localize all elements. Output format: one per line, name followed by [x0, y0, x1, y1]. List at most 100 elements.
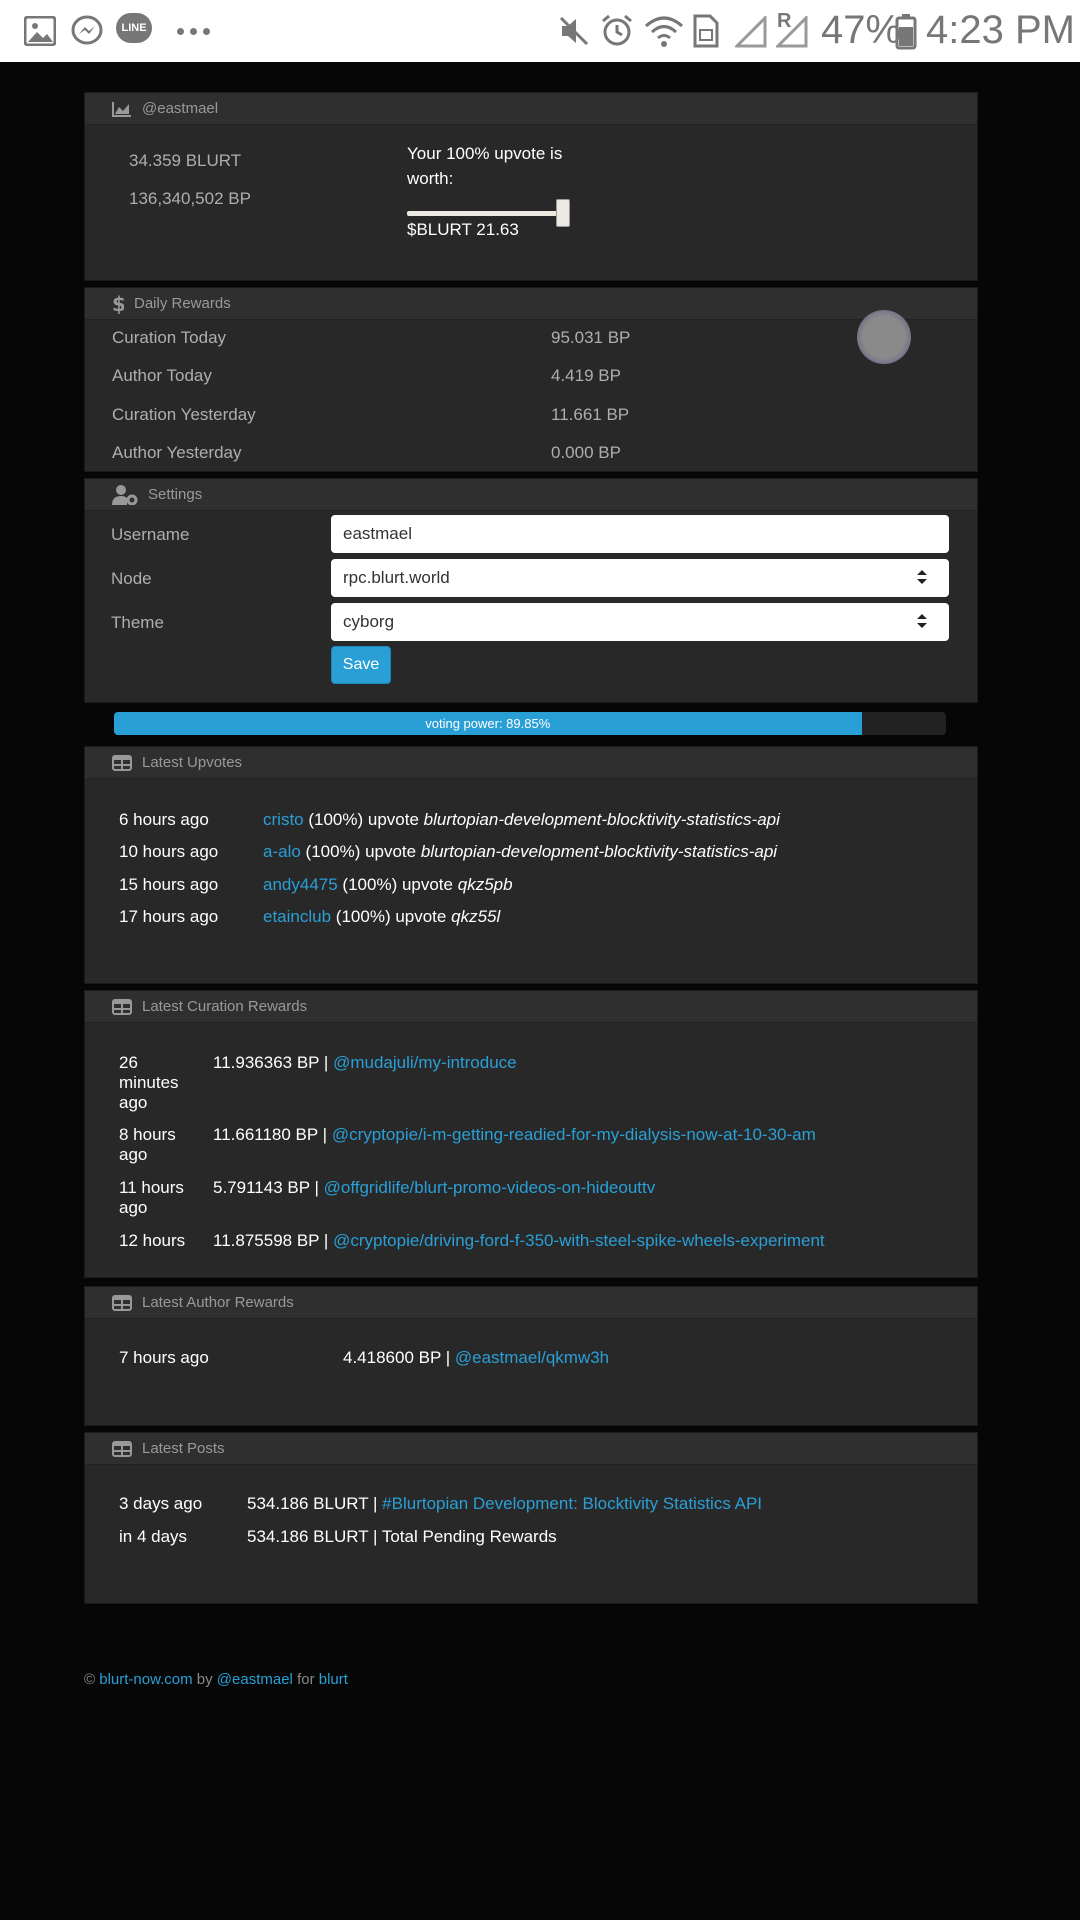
curation-yesterday-label: Curation Yesterday: [112, 405, 256, 424]
curation-amount: 5.791143 BP |: [213, 1178, 319, 1197]
upvote-percent: (100%) upvote: [335, 907, 447, 926]
latest-upvotes-title: Latest Upvotes: [142, 754, 243, 771]
author-today-value: 4.419 BP: [551, 366, 621, 385]
curation-time: 8 hours ago: [119, 1125, 176, 1164]
curation-amount: 11.875598 BP |: [213, 1231, 329, 1250]
chain-link[interactable]: blurt: [319, 1671, 348, 1688]
upvote-percent: (100%) upvote: [308, 810, 419, 829]
node-select[interactable]: rpc.blurt.world: [331, 559, 949, 597]
latest-posts-header: Latest Posts: [85, 1433, 977, 1465]
voter-link[interactable]: andy4475: [263, 875, 338, 894]
curation-today-label: Curation Today: [112, 328, 227, 347]
settings-title: Settings: [148, 486, 203, 503]
post-time: in 4 days: [119, 1527, 188, 1546]
voter-link[interactable]: a-alo: [263, 842, 301, 861]
theme-label: Theme: [111, 613, 164, 632]
table-icon: [112, 1294, 132, 1311]
curation-post-link[interactable]: @mudajuli/my-introduce: [333, 1053, 517, 1072]
voter-link[interactable]: etainclub: [263, 907, 331, 926]
wifi-icon: [645, 16, 683, 47]
voter-link[interactable]: cristo: [263, 810, 304, 829]
latest-posts-panel: Latest Posts 3 days ago 534.186 BLURT | …: [84, 1432, 978, 1604]
upvote-post: qkz5pb: [457, 875, 513, 894]
username-value: eastmael: [343, 524, 412, 543]
line-icon: LINE: [116, 13, 152, 43]
curation-time: 12 hours: [119, 1231, 186, 1250]
blurt-balance: 34.359 BLURT: [129, 151, 242, 170]
latest-curation-header: Latest Curation Rewards: [85, 991, 977, 1023]
gallery-icon: [24, 16, 56, 46]
upvote-row: 15 hours ago: [119, 875, 218, 895]
more-dots-icon: [177, 28, 213, 36]
curation-amount: 11.661180 BP |: [213, 1125, 328, 1144]
latest-curation-panel: Latest Curation Rewards 26 minutes ago 1…: [84, 990, 978, 1278]
upvote-row: 10 hours ago: [119, 842, 218, 862]
upvote-worth-label: Your 100% upvote is worth:: [407, 144, 563, 188]
theme-select[interactable]: cyborg: [331, 603, 949, 641]
username-input[interactable]: eastmael: [331, 515, 949, 553]
slider-handle[interactable]: [556, 199, 570, 227]
author-reward-row: 4.418600 BP | @eastmael/qkmw3h: [343, 1348, 609, 1368]
upvote-row: 6 hours ago: [119, 810, 209, 830]
latest-posts-title: Latest Posts: [142, 1440, 225, 1457]
mute-icon: [559, 16, 589, 46]
latest-author-title: Latest Author Rewards: [142, 1294, 294, 1311]
daily-rewards-header: $ Daily Rewards: [85, 288, 977, 320]
author-link[interactable]: @eastmael: [217, 1671, 293, 1688]
settings-header: Settings: [85, 479, 977, 511]
upvote-post: qkz55l: [451, 907, 501, 926]
curation-row: 11.875598 BP | @cryptopie/driving-ford-f…: [213, 1231, 825, 1251]
curation-time: 11 hours ago: [119, 1178, 184, 1217]
author-today-label: Author Today: [112, 366, 212, 385]
upvote-row: andy4475 (100%) upvote qkz5pb: [263, 875, 513, 895]
upvote-time: 17 hours ago: [119, 907, 219, 926]
post-link[interactable]: #Blurtopian Development: Blocktivity Sta…: [382, 1494, 762, 1513]
post-amount: 534.186 BLURT |: [247, 1494, 378, 1513]
account-panel-header: @eastmael: [85, 93, 977, 125]
author-post-link[interactable]: @eastmael/qkmw3h: [455, 1348, 609, 1367]
settings-panel: Settings Username eastmael Node rpc.blur…: [84, 478, 978, 703]
account-title: @eastmael: [142, 100, 219, 117]
table-icon: [112, 1440, 132, 1457]
curation-post-link[interactable]: @cryptopie/i-m-getting-readied-for-my-di…: [332, 1125, 816, 1144]
author-reward-amount: 4.418600 BP |: [343, 1348, 451, 1367]
select-arrows-icon: [917, 570, 927, 584]
voting-power-bar: voting power: 89.85%: [114, 712, 946, 735]
curation-post-link[interactable]: @offgridlife/blurt-promo-videos-on-hideo…: [324, 1178, 656, 1197]
upvote-row: cristo (100%) upvote blurtopian-developm…: [263, 810, 780, 830]
touch-indicator: [857, 310, 911, 364]
copyright-symbol: ©: [84, 1671, 96, 1688]
curation-today-value: 95.031 BP: [551, 328, 631, 347]
voting-power-label: voting power: 89.85%: [425, 716, 551, 731]
table-icon: [112, 754, 132, 771]
dollar-icon: $: [112, 294, 124, 314]
upvote-time: 6 hours ago: [119, 810, 209, 829]
post-row: 534.186 BLURT | #Blurtopian Development:…: [247, 1494, 762, 1514]
upvote-time: 15 hours ago: [119, 875, 219, 894]
save-button[interactable]: Save: [331, 646, 391, 684]
author-yesterday-value: 0.000 BP: [551, 443, 621, 462]
sim-icon: [693, 14, 719, 48]
site-link[interactable]: blurt-now.com: [99, 1671, 192, 1688]
clock-time: 4:23 PM: [926, 8, 1075, 52]
upvote-row: etainclub (100%) upvote qkz55l: [263, 907, 500, 927]
author-yesterday-label: Author Yesterday: [112, 443, 242, 462]
latest-curation-title: Latest Curation Rewards: [142, 998, 308, 1015]
user-cog-icon: [112, 484, 138, 505]
curation-amount: 11.936363 BP |: [213, 1053, 329, 1072]
signal-icon: [735, 16, 767, 48]
roaming-signal-icon: [776, 16, 808, 48]
upvote-value: $BLURT 21.63: [407, 220, 519, 239]
alarm-icon: [602, 14, 632, 46]
curation-post-link[interactable]: @cryptopie/driving-ford-f-350-with-steel…: [333, 1231, 825, 1250]
slider-track: [407, 211, 567, 216]
bp-balance: 136,340,502 BP: [129, 189, 251, 208]
latest-author-panel: Latest Author Rewards 7 hours ago 4.4186…: [84, 1286, 978, 1426]
curation-row: 11.936363 BP | @mudajuli/my-introduce: [213, 1053, 517, 1073]
author-reward-time: 7 hours ago: [119, 1348, 209, 1367]
curation-time: 26 minutes ago: [119, 1053, 179, 1112]
latest-upvotes-header: Latest Upvotes: [85, 747, 977, 779]
upvote-row: a-alo (100%) upvote blurtopian-developme…: [263, 842, 777, 862]
battery-icon: [895, 14, 917, 50]
footer-for: for: [297, 1671, 315, 1688]
